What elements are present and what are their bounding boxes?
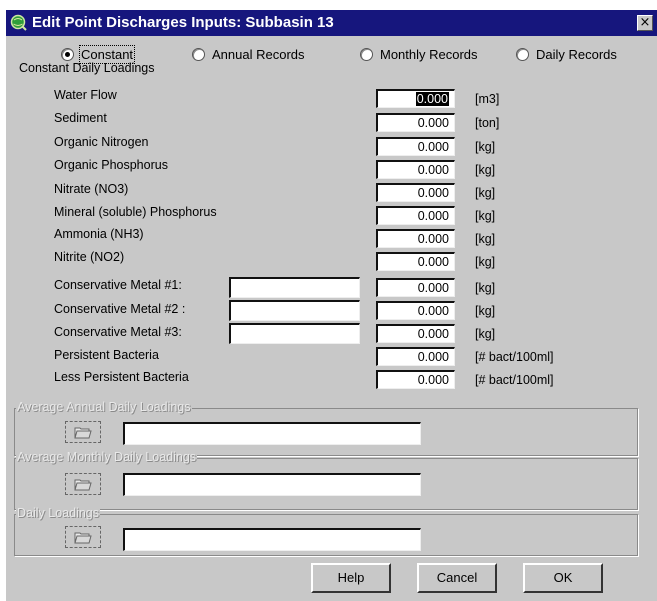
- organic-nitrogen-input[interactable]: 0.000: [376, 137, 455, 156]
- unit-water-flow: [m3]: [475, 92, 500, 106]
- unit-persistent-bacteria: [# bact/100ml]: [475, 350, 554, 364]
- unit-metal-3: [kg]: [475, 327, 496, 341]
- annual-file-input[interactable]: [123, 422, 421, 445]
- title-bar: Edit Point Discharges Inputs: Subbasin 1…: [6, 10, 657, 36]
- radio-daily-records[interactable]: Daily Records: [516, 47, 617, 62]
- unit-organic-phosphorus: [kg]: [475, 163, 496, 177]
- label-water-flow: Water Flow: [54, 88, 117, 102]
- label-conservative-metal-1: Conservative Metal #1:: [54, 278, 182, 292]
- metal-1-name-input[interactable]: [229, 277, 360, 298]
- metal-2-input[interactable]: 0.000: [376, 301, 455, 320]
- annual-loadings-title: Average Annual Daily Loadings: [16, 400, 192, 414]
- annual-browse-button[interactable]: [65, 421, 101, 443]
- unit-ammonia: [kg]: [475, 232, 496, 246]
- radio-monthly-records[interactable]: Monthly Records: [360, 47, 478, 62]
- label-nitrate: Nitrate (NO3): [54, 182, 129, 196]
- radio-label: Annual Records: [212, 47, 305, 62]
- sediment-input[interactable]: 0.000: [376, 113, 455, 132]
- dialog-window: Edit Point Discharges Inputs: Subbasin 1…: [6, 10, 657, 601]
- label-organic-nitrogen: Organic Nitrogen: [54, 135, 149, 149]
- metal-3-name-input[interactable]: [229, 323, 360, 344]
- help-button[interactable]: Help: [311, 563, 391, 593]
- metal-3-input[interactable]: 0.000: [376, 324, 455, 343]
- less-persistent-bacteria-input[interactable]: 0.000: [376, 370, 455, 389]
- label-mineral-phosphorus: Mineral (soluble) Phosphorus: [54, 205, 217, 219]
- unit-organic-nitrogen: [kg]: [475, 140, 496, 154]
- label-conservative-metal-3: Conservative Metal #3:: [54, 325, 182, 339]
- daily-file-input[interactable]: [123, 528, 421, 551]
- organic-phosphorus-input[interactable]: 0.000: [376, 160, 455, 179]
- window-title: Edit Point Discharges Inputs: Subbasin 1…: [32, 14, 334, 31]
- close-button[interactable]: ×: [637, 15, 653, 31]
- unit-metal-1: [kg]: [475, 281, 496, 295]
- radio-checked-icon: [61, 48, 74, 61]
- unit-nitrite: [kg]: [475, 255, 496, 269]
- radio-constant[interactable]: Constant: [61, 45, 136, 64]
- label-persistent-bacteria: Persistent Bacteria: [54, 348, 159, 362]
- open-folder-icon: [74, 532, 92, 544]
- unit-metal-2: [kg]: [475, 304, 496, 318]
- daily-loadings-title: Daily Loadings: [16, 506, 100, 520]
- radio-label: Daily Records: [536, 47, 617, 62]
- water-flow-input[interactable]: 0.000: [376, 89, 455, 108]
- label-sediment: Sediment: [54, 111, 107, 125]
- monthly-loadings-title: Average Monthly Daily Loadings: [16, 450, 198, 464]
- mineral-phosphorus-input[interactable]: 0.000: [376, 206, 455, 225]
- water-flow-value: 0.000: [415, 92, 449, 106]
- open-folder-icon: [74, 479, 92, 491]
- unit-less-persistent-bacteria: [# bact/100ml]: [475, 373, 554, 387]
- open-folder-icon: [74, 427, 92, 439]
- label-conservative-metal-2: Conservative Metal #2 :: [54, 302, 186, 316]
- persistent-bacteria-input[interactable]: 0.000: [376, 347, 455, 366]
- radio-unchecked-icon: [192, 48, 205, 61]
- label-ammonia: Ammonia (NH3): [54, 227, 144, 241]
- label-less-persistent-bacteria: Less Persistent Bacteria: [54, 370, 189, 384]
- ok-button[interactable]: OK: [523, 563, 603, 593]
- nitrite-input[interactable]: 0.000: [376, 252, 455, 271]
- cancel-button[interactable]: Cancel: [417, 563, 497, 593]
- nitrate-input[interactable]: 0.000: [376, 183, 455, 202]
- unit-nitrate: [kg]: [475, 186, 496, 200]
- unit-sediment: [ton]: [475, 116, 500, 130]
- constant-group-title: Constant Daily Loadings: [19, 61, 155, 75]
- monthly-file-input[interactable]: [123, 473, 421, 496]
- daily-browse-button[interactable]: [65, 526, 101, 548]
- monthly-browse-button[interactable]: [65, 473, 101, 495]
- radio-label: Constant: [78, 45, 136, 64]
- radio-annual-records[interactable]: Annual Records: [192, 47, 305, 62]
- radio-unchecked-icon: [360, 48, 373, 61]
- unit-mineral-phosphorus: [kg]: [475, 209, 496, 223]
- radio-label: Monthly Records: [380, 47, 478, 62]
- label-nitrite: Nitrite (NO2): [54, 250, 125, 264]
- app-globe-icon: [10, 14, 27, 31]
- radio-unchecked-icon: [516, 48, 529, 61]
- label-organic-phosphorus: Organic Phosphorus: [54, 158, 168, 172]
- ammonia-input[interactable]: 0.000: [376, 229, 455, 248]
- metal-2-name-input[interactable]: [229, 300, 360, 321]
- metal-1-input[interactable]: 0.000: [376, 278, 455, 297]
